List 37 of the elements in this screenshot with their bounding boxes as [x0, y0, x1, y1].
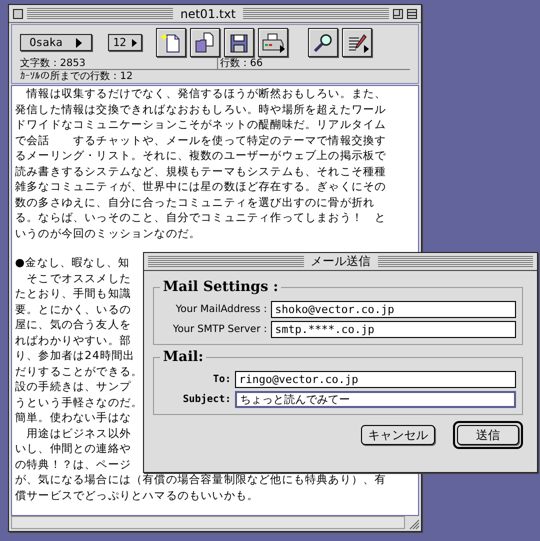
- text-line: 読み書きするシステムなど、規模もテーマもシステムも、それこそ種種: [15, 164, 386, 179]
- field-label: To:: [212, 374, 231, 385]
- line-count: 行数：66: [217, 58, 263, 69]
- text-line: いし、仲間との連絡や: [15, 441, 131, 456]
- text-line: 数の多さゆえに、自分に合ったコミュニティを選び出すのに骨が折れ: [15, 194, 375, 210]
- text-line: たとおり、手間も知識: [15, 286, 131, 302]
- text-line: で会話 するチャットや、メールを使って特定のテーマで情報交換す: [15, 132, 386, 148]
- text-line: り、参加者は24時間出: [15, 348, 135, 364]
- group-title: Mail:: [162, 349, 204, 365]
- group-title: Mail Settings :: [162, 279, 280, 295]
- text-line: 雑多なコミュニティが、世界中には星の数ほど存在する。ぎゃくにその: [15, 179, 386, 194]
- text-line: 屋に、気の合う友人を: [15, 317, 131, 332]
- dialog-title: メール送信: [310, 253, 372, 270]
- text-line: る。ならば、いっそのこと、自分でコミュニティ作ってしまおう！ と: [15, 210, 386, 226]
- text-line: 要。とにかく、いるの: [15, 302, 131, 317]
- text-line: ればわかりやすい。部: [15, 332, 131, 348]
- text-line: 設の手続きは、サンプ: [15, 379, 131, 394]
- window-title: net01.txt: [179, 6, 237, 20]
- text-line: だりすることができる。: [15, 364, 143, 379]
- field-label: Your SMTP Server :: [172, 324, 267, 335]
- text-line: が、気になる場合には（有償の場合容量制限など他にも特典あり）、有: [15, 472, 386, 488]
- text-line: 償サービスでどっぷりとハマるのもいいかも。: [15, 488, 259, 503]
- field-label: Subject:: [182, 394, 231, 405]
- text-line: そこでオススメした: [26, 270, 131, 286]
- text-line: ●金なし、暇なし、知: [15, 255, 130, 270]
- field-label: Your MailAddress :: [176, 304, 267, 315]
- text-line: 用途はビジネス以外: [26, 426, 131, 441]
- text-line: の特典！？は、ページ: [15, 456, 131, 472]
- cursor-line-count: ｶｰｿﾙの所までの行数：12: [20, 71, 134, 82]
- text-line: ドワイドなコミュニケーションこそがネットの醍醐味だ。リアルタイム: [15, 117, 386, 132]
- text-line: いうのが今回のミッションなのだ。: [15, 226, 201, 241]
- text-line: うという手軽さなのだ。: [15, 394, 143, 410]
- text-line: 簡単。使わない手はな: [15, 410, 131, 426]
- text-line: るメーリング・リスト。それに、複数のユーザーがウェブ上の掲示板で: [15, 148, 386, 164]
- character-count: 文字数：2853: [20, 58, 86, 69]
- text-line: 発信した情報は交換できればなおおもしろい。時や場所を超えたワール: [15, 102, 386, 117]
- text-line: 情報は収集するだけでなく、発信するほうが断然おもしろい。また、: [25, 86, 386, 102]
